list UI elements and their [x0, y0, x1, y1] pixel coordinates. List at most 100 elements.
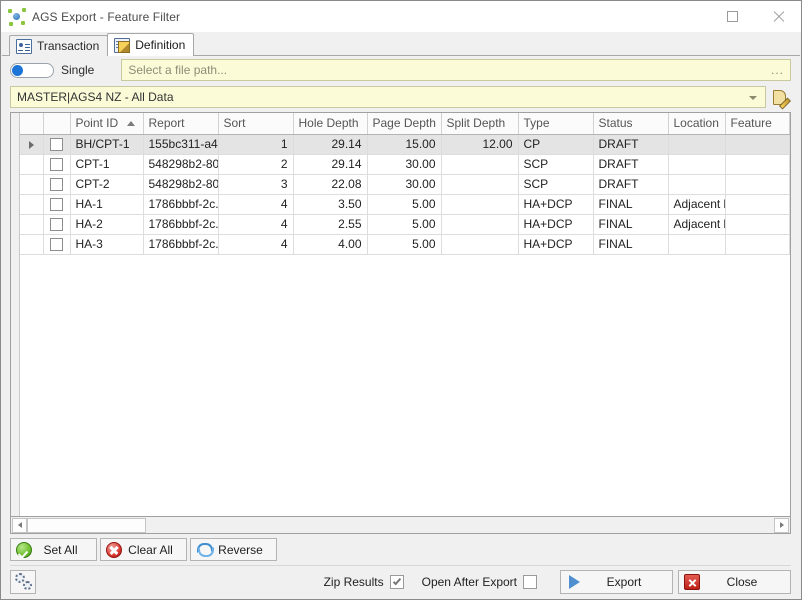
set-all-button[interactable]: Set All: [10, 538, 97, 561]
ags-export-window: AGS Export - Feature Filter Transaction …: [0, 0, 802, 600]
close-window-button[interactable]: [755, 1, 801, 32]
header-hole-depth[interactable]: Hole Depth: [293, 113, 368, 135]
header-page-depth[interactable]: Page Depth: [367, 113, 442, 135]
title-bar: AGS Export - Feature Filter: [1, 1, 801, 32]
cell-hole_depth: 29.14: [293, 134, 368, 155]
cell-location: Adjacent brid...: [668, 194, 726, 215]
options-row: Single Select a file path... ...: [2, 56, 800, 84]
header-select-all[interactable]: [43, 113, 71, 135]
table-row[interactable]: BH/CPT-1155bc311-a4...129.1415.0012.00CP…: [20, 134, 790, 155]
header-type-label: Type: [523, 116, 550, 131]
table-row[interactable]: CPT-1548298b2-80...229.1430.00 SCPDRAFT: [20, 154, 790, 175]
chevron-down-icon[interactable]: [749, 96, 757, 100]
cell-page_depth: 30.00: [367, 154, 442, 175]
header-status[interactable]: Status: [593, 113, 669, 135]
settings-button[interactable]: [10, 569, 36, 594]
row-checkbox-cell[interactable]: [43, 154, 71, 175]
cell-split_depth: [441, 174, 519, 195]
row-checkbox-cell[interactable]: [43, 134, 71, 155]
cell-split_depth: [441, 214, 519, 235]
table-row[interactable]: HA-1 1786bbbf-2c... 4 3.50 5.00 HA+DCP FINAL Ad…: [20, 194, 790, 215]
maximize-icon: [726, 11, 738, 22]
header-page-depth-label: Page Depth: [372, 116, 436, 131]
table-row[interactable]: HA-3 1786bbbf-2c... 4 4.00 5.00 HA+DCP FINAL: [20, 234, 790, 255]
tab-definition[interactable]: Definition: [107, 33, 195, 56]
clear-all-button[interactable]: Clear All: [100, 538, 187, 561]
single-mode-label: Single: [61, 63, 95, 77]
reverse-label: Reverse: [218, 542, 263, 557]
header-split-depth[interactable]: Split Depth: [441, 113, 519, 135]
row-checkbox[interactable]: [50, 238, 63, 252]
id-card-icon: [16, 38, 32, 54]
file-path-placeholder: Select a file path...: [128, 63, 228, 77]
sort-ascending-icon: [126, 121, 135, 126]
table-header: Point ID Report Sort Hole Depth Page Dep…: [20, 113, 790, 135]
cell-feature: [725, 234, 790, 255]
file-path-input[interactable]: Select a file path... ...: [121, 59, 791, 81]
header-location[interactable]: Location: [668, 113, 726, 135]
cell-report: 1786bbbf-2c...: [143, 194, 219, 215]
feature-table: Point ID Report Sort Hole Depth Page Dep…: [20, 113, 790, 255]
cell-status: DRAFT: [593, 174, 669, 195]
green-check-circle-icon: [16, 541, 32, 558]
window-controls: [709, 1, 801, 32]
row-checkbox[interactable]: [50, 178, 63, 192]
header-row-indicator: [20, 113, 44, 135]
zip-results-checkbox[interactable]: [389, 574, 404, 589]
cell-report: 155bc311-a4...: [143, 134, 219, 155]
close-button[interactable]: Close: [678, 569, 791, 594]
header-feature[interactable]: Feature: [725, 113, 790, 135]
cell-feature: [725, 154, 790, 175]
single-mode-toggle[interactable]: [10, 62, 54, 78]
cell-point_id: HA-3: [70, 234, 144, 255]
header-feature-label: Feature: [730, 116, 772, 131]
cell-point_id: HA-2: [70, 214, 144, 235]
header-sort[interactable]: Sort: [218, 113, 294, 135]
selection-action-bar: Set All Clear All Reverse: [10, 536, 791, 563]
row-checkbox[interactable]: [50, 158, 63, 172]
close-label: Close: [726, 574, 758, 589]
table-row[interactable]: HA-2 1786bbbf-2c... 4 2.55 5.00 HA+DCP FINAL Ad…: [20, 214, 790, 235]
browse-ellipsis-button[interactable]: ...: [771, 63, 784, 77]
row-checkbox[interactable]: [50, 218, 63, 232]
scroll-right-button[interactable]: [774, 517, 789, 533]
cell-type: SCP: [518, 174, 594, 195]
row-indicator: [20, 134, 44, 155]
open-after-export-checkbox[interactable]: [523, 574, 537, 589]
grid-horizontal-scrollbar[interactable]: [10, 517, 791, 534]
cell-page_depth: 5.00: [367, 214, 442, 235]
row-checkbox-cell[interactable]: [43, 234, 71, 255]
row-checkbox[interactable]: [50, 198, 63, 212]
row-checkbox-cell[interactable]: [43, 174, 71, 195]
maximize-button[interactable]: [709, 1, 755, 32]
play-triangle-icon: [566, 574, 582, 590]
footer-bar: Zip Results Open After Export Export Clo…: [10, 565, 791, 595]
cell-hole_depth: 2.55: [293, 214, 368, 235]
header-type[interactable]: Type: [518, 113, 594, 135]
cell-point_id: CPT-2: [70, 174, 144, 195]
header-point-id[interactable]: Point ID: [70, 113, 144, 135]
scroll-left-button[interactable]: [12, 517, 27, 533]
reverse-button[interactable]: Reverse: [190, 538, 277, 561]
cell-location: Adjacent brid...: [668, 214, 726, 235]
row-checkbox-cell[interactable]: [43, 194, 71, 215]
header-report[interactable]: Report: [143, 113, 219, 135]
cell-status: FINAL: [593, 214, 669, 235]
cell-status: DRAFT: [593, 134, 669, 155]
cell-location: [668, 234, 726, 255]
definition-combo[interactable]: MASTER|AGS4 NZ - All Data: [10, 86, 766, 108]
tab-transaction[interactable]: Transaction: [9, 35, 109, 56]
set-all-label: Set All: [43, 542, 78, 557]
export-button[interactable]: Export: [560, 569, 673, 594]
cell-report: 548298b2-80...: [143, 174, 219, 195]
row-indicator: [20, 234, 44, 255]
row-checkbox-cell[interactable]: [43, 214, 71, 235]
scroll-thumb[interactable]: [27, 517, 146, 533]
row-checkbox[interactable]: [50, 138, 63, 152]
table-row[interactable]: CPT-2548298b2-80...322.0830.00 SCPDRAFT: [20, 174, 790, 195]
cell-type: SCP: [518, 154, 594, 175]
edit-definition-icon[interactable]: [771, 87, 791, 107]
app-molecule-icon: [8, 7, 26, 26]
scroll-track[interactable]: [27, 517, 774, 533]
cell-page_depth: 5.00: [367, 194, 442, 215]
